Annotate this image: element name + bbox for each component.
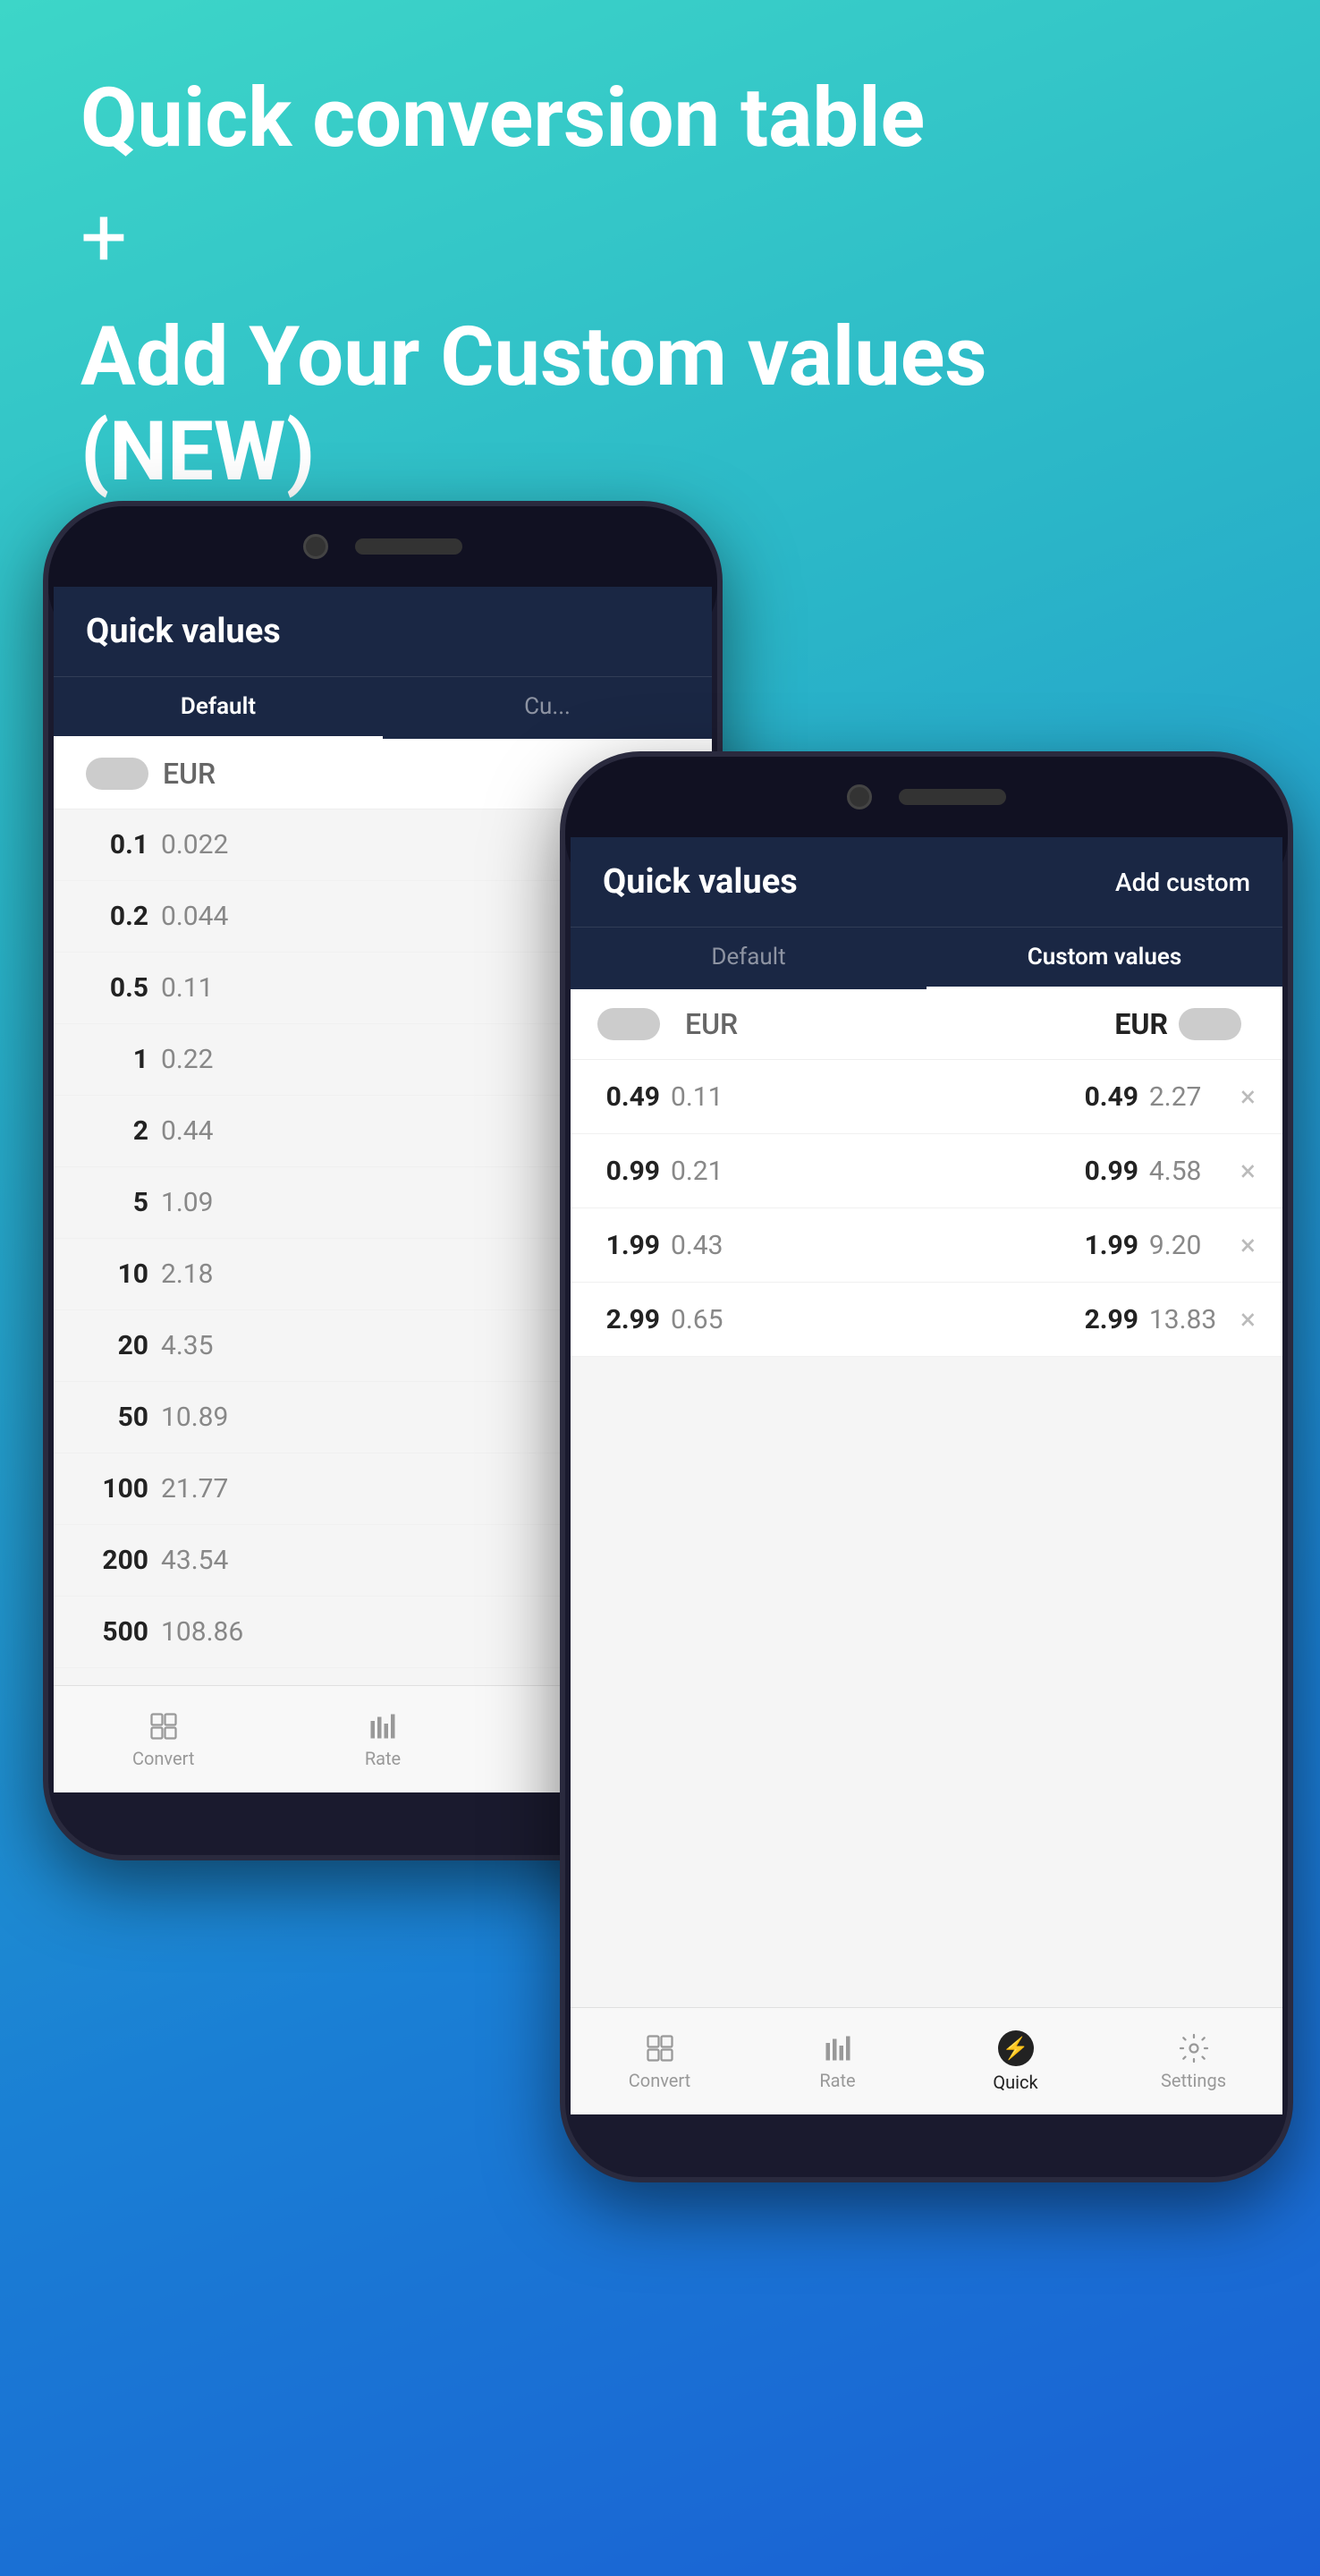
phone2-content: Quick values Add custom Default Custom v… (571, 837, 1282, 2114)
phone1-header-title: Quick values (86, 612, 281, 651)
phone2-currency-right: EUR (1114, 1007, 1168, 1041)
quick-icon: ⚡ (1003, 2036, 1029, 2061)
phone2-currency-left-group: EUR (597, 1007, 927, 1041)
delete-icon[interactable]: × (1240, 1228, 1256, 1262)
phone1-nav-convert-label: Convert (132, 1748, 194, 1769)
phone1-tab-default[interactable]: Default (54, 677, 383, 739)
phone2: Quick values Add custom Default Custom v… (560, 751, 1293, 2182)
phone2-nav-rate[interactable]: Rate (749, 2032, 927, 2091)
rate-icon (822, 2032, 854, 2064)
hero-title: Quick conversion table (80, 72, 1240, 166)
phone1-app-header: Quick values (54, 587, 712, 676)
phone1-nav-convert[interactable]: Convert (54, 1710, 273, 1769)
phone2-bottom-nav: Convert Rate ⚡ (571, 2007, 1282, 2114)
table-row: 0.49 0.11 0.49 2.27 × (571, 1060, 1282, 1134)
hero-subtitle: Add Your Custom values (NEW) (80, 310, 1240, 500)
phone1-nav-rate-label: Rate (365, 1748, 401, 1769)
phone2-nav-quick-label: Quick (993, 2072, 1037, 2093)
phone2-currency-left: EUR (685, 1007, 738, 1041)
phone2-app-header: Quick values Add custom (571, 837, 1282, 927)
phone2-screen: Quick values Add custom Default Custom v… (571, 837, 1282, 2114)
phone2-tabs: Default Custom values (571, 927, 1282, 989)
table-row: 0.99 0.21 0.99 4.58 × (571, 1134, 1282, 1208)
phone1-nav-rate[interactable]: Rate (273, 1710, 492, 1769)
phone2-top (565, 757, 1288, 837)
phone1-camera (303, 534, 328, 559)
delete-icon[interactable]: × (1240, 1080, 1256, 1114)
phone1-speaker (355, 538, 462, 555)
phone2-toggle-right[interactable] (1179, 1008, 1241, 1040)
convert-icon (644, 2032, 676, 2064)
phone2-currency-row: EUR EUR (571, 989, 1282, 1060)
phone1-tabs: Default Cu... (54, 676, 712, 739)
phone2-speaker (899, 789, 1006, 805)
hero-section: Quick conversion table + Add Your Custom… (0, 0, 1320, 554)
settings-icon (1178, 2032, 1210, 2064)
add-custom-button[interactable]: Add custom (1115, 868, 1250, 897)
phone2-nav-convert-label: Convert (629, 2070, 690, 2091)
phone2-nav-settings-label: Settings (1161, 2070, 1226, 2091)
table-row: 2.99 0.65 2.99 13.83 × (571, 1283, 1282, 1357)
hero-plus: + (80, 193, 1240, 284)
table-row: 1.99 0.43 1.99 9.20 × (571, 1208, 1282, 1283)
phone1-tab-custom[interactable]: Cu... (383, 677, 712, 739)
phone2-tab-default[interactable]: Default (571, 928, 927, 989)
phone2-header-title: Quick values (603, 862, 798, 902)
phone1-currency-left: EUR (163, 757, 216, 791)
phone2-currency-right-group: EUR (927, 1007, 1256, 1041)
phones-area: Quick values Default Cu... (0, 501, 1320, 2576)
phone2-tab-custom[interactable]: Custom values (927, 928, 1282, 989)
phone1-top (48, 506, 717, 587)
delete-icon[interactable]: × (1240, 1154, 1256, 1188)
phone1-toggle-left[interactable] (86, 758, 148, 790)
phone2-nav-convert[interactable]: Convert (571, 2032, 749, 2091)
convert-icon (148, 1710, 180, 1742)
phone2-outer: Quick values Add custom Default Custom v… (560, 751, 1293, 2182)
phone2-nav-quick[interactable]: ⚡ Quick (927, 2030, 1104, 2093)
rate-icon (367, 1710, 399, 1742)
delete-icon[interactable]: × (1240, 1302, 1256, 1336)
phone2-nav-rate-label: Rate (819, 2070, 855, 2091)
quick-icon-circle: ⚡ (998, 2030, 1034, 2066)
phone2-toggle-left[interactable] (597, 1008, 660, 1040)
phone2-nav-settings[interactable]: Settings (1104, 2032, 1282, 2091)
phone2-camera (847, 784, 872, 809)
phone2-table: EUR EUR 0.49 0.11 0.49 (571, 989, 1282, 2114)
